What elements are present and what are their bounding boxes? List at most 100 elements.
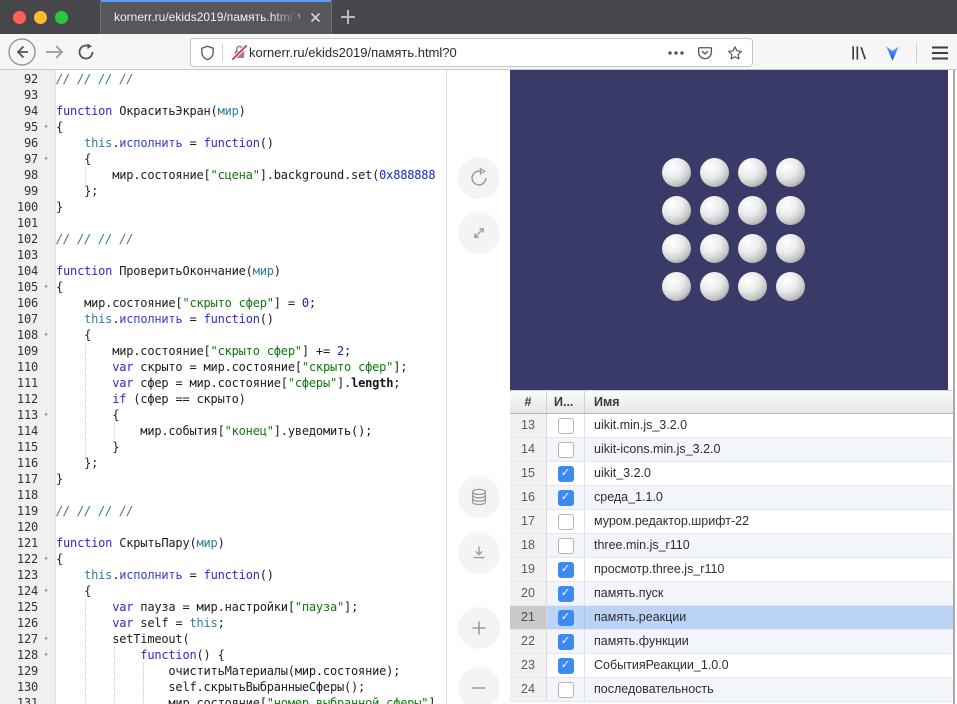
sphere[interactable] bbox=[776, 196, 805, 225]
url-text[interactable]: kornerr.ru/ekids2019/память.html?0 bbox=[249, 45, 660, 60]
code-line[interactable]: function ПроверитьОкончание(мир) bbox=[56, 263, 446, 279]
row-checkbox[interactable]: ✓ bbox=[558, 466, 574, 482]
code-line[interactable]: }; bbox=[56, 183, 446, 199]
row-checkbox[interactable] bbox=[558, 442, 574, 458]
sphere[interactable] bbox=[776, 272, 805, 301]
code-line[interactable]: { bbox=[56, 119, 446, 135]
sphere[interactable] bbox=[738, 272, 767, 301]
table-row[interactable]: 14uikit-icons.min.js_3.2.0 bbox=[510, 438, 955, 462]
zoom-out-button[interactable] bbox=[458, 667, 500, 704]
zoom-in-button[interactable] bbox=[458, 607, 500, 649]
page-actions-dots-icon[interactable] bbox=[668, 51, 684, 55]
table-row[interactable]: 23✓СобытияРеакции_1.0.0 bbox=[510, 654, 955, 678]
sphere[interactable] bbox=[700, 234, 729, 263]
code-line[interactable]: мир.состояние["скрыто сфер"] = 0; bbox=[56, 295, 446, 311]
fold-arrow-icon[interactable]: ▾ bbox=[38, 631, 54, 647]
row-checkbox[interactable]: ✓ bbox=[558, 634, 574, 650]
code-editor[interactable]: 92939495▾9697▾9899100101102103104105▾106… bbox=[0, 70, 447, 704]
table-row[interactable]: 15✓uikit_3.2.0 bbox=[510, 462, 955, 486]
code-line[interactable]: { bbox=[56, 583, 446, 599]
row-checkbox[interactable] bbox=[558, 418, 574, 434]
table-row[interactable]: 19✓просмотр.three.js_r110 bbox=[510, 558, 955, 582]
row-checkbox[interactable]: ✓ bbox=[558, 562, 574, 578]
code-line[interactable]: { bbox=[56, 551, 446, 567]
code-line[interactable]: { bbox=[56, 327, 446, 343]
fold-arrow-icon[interactable]: ▾ bbox=[38, 407, 54, 423]
library-icon[interactable] bbox=[849, 43, 869, 63]
table-row[interactable]: 17муром.редактор.шрифт-22 bbox=[510, 510, 955, 534]
code-line[interactable]: { bbox=[56, 151, 446, 167]
bookmark-star-icon[interactable] bbox=[726, 44, 744, 62]
code-line[interactable]: } bbox=[56, 471, 446, 487]
code-line[interactable]: мир.состояние["скрыто сфер"] += 2; bbox=[56, 343, 446, 359]
row-checkbox[interactable]: ✓ bbox=[558, 658, 574, 674]
sphere[interactable] bbox=[738, 196, 767, 225]
sphere[interactable] bbox=[700, 196, 729, 225]
code-line[interactable]: // // // // bbox=[56, 503, 446, 519]
code-line[interactable]: } bbox=[56, 199, 446, 215]
run-refresh-button[interactable] bbox=[458, 157, 500, 199]
new-tab-button[interactable] bbox=[340, 9, 356, 25]
code-line[interactable]: function СкрытьПару(мир) bbox=[56, 535, 446, 551]
code-line[interactable]: }; bbox=[56, 455, 446, 471]
pocket-icon[interactable] bbox=[696, 44, 714, 62]
close-window-button[interactable] bbox=[13, 11, 26, 24]
fold-arrow-icon[interactable]: ▾ bbox=[38, 647, 54, 663]
forward-button[interactable] bbox=[44, 43, 64, 61]
code-line[interactable]: } bbox=[56, 439, 446, 455]
minimize-window-button[interactable] bbox=[34, 11, 47, 24]
fullscreen-expand-button[interactable] bbox=[458, 212, 500, 254]
code-line[interactable]: { bbox=[56, 279, 446, 295]
code-line[interactable]: мир.события["конец"].уведомить(); bbox=[56, 423, 446, 439]
table-row[interactable]: 18three.min.js_r110 bbox=[510, 534, 955, 558]
code-line[interactable]: this.исполнить = function() bbox=[56, 567, 446, 583]
sphere[interactable] bbox=[700, 158, 729, 187]
code-lines[interactable]: // // // //function ОкраситьЭкран(мир){ … bbox=[56, 70, 446, 704]
scene-canvas[interactable] bbox=[510, 70, 948, 390]
code-line[interactable]: this.исполнить = function() bbox=[56, 311, 446, 327]
sphere[interactable] bbox=[662, 158, 691, 187]
code-line[interactable]: var пауза = мир.настройки["пауза"]; bbox=[56, 599, 446, 615]
table-row[interactable]: 22✓память.функции bbox=[510, 630, 955, 654]
gutter[interactable]: 92939495▾9697▾9899100101102103104105▾106… bbox=[0, 70, 56, 704]
table-row[interactable]: 20✓память.пуск bbox=[510, 582, 955, 606]
download-button[interactable] bbox=[458, 532, 500, 574]
tracking-protection-shield-icon[interactable] bbox=[199, 44, 216, 62]
row-checkbox[interactable]: ✓ bbox=[558, 490, 574, 506]
code-line[interactable]: мир.состояние["сцена"].background.set(0x… bbox=[56, 167, 446, 183]
sphere[interactable] bbox=[700, 272, 729, 301]
code-line[interactable]: if (сфер == скрыто) bbox=[56, 391, 446, 407]
code-line[interactable]: очиститьМатериалы(мир.состояние); bbox=[56, 663, 446, 679]
insecure-lock-icon[interactable] bbox=[230, 43, 249, 62]
code-line[interactable]: { bbox=[56, 407, 446, 423]
code-line[interactable]: function ОкраситьЭкран(мир) bbox=[56, 103, 446, 119]
row-checkbox[interactable] bbox=[558, 682, 574, 698]
fold-arrow-icon[interactable]: ▾ bbox=[38, 119, 54, 135]
code-line[interactable]: this.исполнить = function() bbox=[56, 135, 446, 151]
code-line[interactable]: var сфер = мир.состояние["сферы"].length… bbox=[56, 375, 446, 391]
sphere[interactable] bbox=[662, 234, 691, 263]
reload-button[interactable] bbox=[77, 43, 95, 61]
code-line[interactable] bbox=[56, 487, 446, 503]
code-line[interactable]: // // // // bbox=[56, 231, 446, 247]
table-row[interactable]: 24последовательность bbox=[510, 678, 955, 702]
sphere[interactable] bbox=[738, 234, 767, 263]
row-checkbox[interactable]: ✓ bbox=[558, 610, 574, 626]
sphere[interactable] bbox=[662, 196, 691, 225]
url-bar[interactable]: kornerr.ru/ekids2019/память.html?0 bbox=[190, 38, 753, 67]
table-row[interactable]: 13uikit.min.js_3.2.0 bbox=[510, 414, 955, 438]
blue-v-extension-icon[interactable] bbox=[883, 44, 902, 63]
sphere[interactable] bbox=[776, 158, 805, 187]
fold-arrow-icon[interactable]: ▾ bbox=[38, 151, 54, 167]
zoom-window-button[interactable] bbox=[55, 11, 68, 24]
fold-arrow-icon[interactable]: ▾ bbox=[38, 583, 54, 599]
row-checkbox[interactable] bbox=[558, 538, 574, 554]
row-checkbox[interactable]: ✓ bbox=[558, 586, 574, 602]
code-line[interactable]: var self = this; bbox=[56, 615, 446, 631]
row-checkbox[interactable] bbox=[558, 514, 574, 530]
fold-arrow-icon[interactable]: ▾ bbox=[38, 279, 54, 295]
code-line[interactable]: // // // // bbox=[56, 71, 446, 87]
fold-arrow-icon[interactable]: ▾ bbox=[38, 551, 54, 567]
database-layers-button[interactable] bbox=[458, 476, 500, 518]
sphere[interactable] bbox=[738, 158, 767, 187]
